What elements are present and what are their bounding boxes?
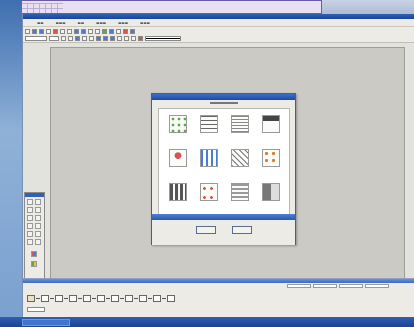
chain-node[interactable] — [55, 294, 63, 302]
text-icon[interactable] — [68, 36, 73, 41]
curve-tool-icon[interactable] — [35, 223, 41, 229]
chain-node[interactable] — [167, 294, 175, 302]
bottom-panel — [23, 278, 414, 317]
template-grid — [158, 108, 290, 218]
bottom-tab-2[interactable] — [313, 283, 337, 288]
copy-icon[interactable] — [60, 28, 65, 34]
toolbar-formatting — [23, 35, 414, 43]
align-left-icon[interactable] — [96, 36, 101, 41]
rect-tool-icon[interactable] — [27, 215, 33, 221]
fill-tool-icon[interactable] — [27, 239, 33, 245]
palette-titlebar[interactable] — [25, 193, 44, 197]
tool-palette — [24, 192, 45, 284]
menu-item-1[interactable]: ▬▬ — [37, 21, 44, 25]
rotate-tool-icon[interactable] — [35, 231, 41, 237]
hand-tool-icon[interactable] — [35, 199, 41, 205]
underline-icon[interactable] — [131, 36, 136, 41]
chain-node-start[interactable] — [27, 294, 35, 302]
menu-item-2[interactable]: ▬▬▬ — [56, 21, 66, 25]
font-select[interactable] — [25, 36, 47, 41]
print-icon[interactable] — [46, 28, 51, 34]
pointer-icon[interactable] — [61, 36, 66, 41]
template-icon-9[interactable] — [169, 183, 187, 201]
ellipse-icon[interactable] — [89, 36, 94, 41]
italic-icon[interactable] — [124, 36, 129, 41]
text-tool-icon[interactable] — [27, 207, 33, 213]
ellipse-tool-icon[interactable] — [35, 215, 41, 221]
template-dialog — [151, 93, 296, 245]
template-icon-4[interactable] — [262, 115, 280, 133]
cut-icon[interactable] — [53, 28, 58, 34]
group-tool-icon[interactable] — [35, 239, 41, 245]
desktop-side-strip — [0, 0, 22, 327]
menu-item-4[interactable]: ▬▬▬ — [96, 21, 106, 25]
template-icon-3[interactable] — [231, 115, 249, 133]
rect-icon[interactable] — [82, 36, 87, 41]
zoom-field[interactable] — [27, 307, 45, 312]
template-icon-2[interactable] — [200, 115, 218, 133]
palette-colors-icon[interactable] — [31, 261, 37, 267]
grid-icon[interactable] — [102, 28, 107, 34]
chain-node[interactable] — [97, 294, 105, 302]
dialog-button-area — [152, 220, 295, 245]
align-right-icon[interactable] — [110, 36, 115, 41]
bottom-tab-4[interactable] — [365, 283, 389, 288]
template-icon-10[interactable] — [200, 183, 218, 201]
menu-item-6[interactable]: ▬▬▬ — [140, 21, 150, 25]
align-center-icon[interactable] — [103, 36, 108, 41]
color-icon[interactable] — [138, 36, 143, 41]
template-icon-8[interactable] — [262, 149, 280, 167]
chain-node[interactable] — [111, 294, 119, 302]
cancel-button[interactable] — [232, 226, 252, 234]
bottom-tab-3[interactable] — [339, 283, 363, 288]
ok-button[interactable] — [196, 226, 216, 234]
bottom-tabs — [287, 283, 414, 288]
select-tool-icon[interactable] — [27, 199, 33, 205]
color-swatch-icon[interactable] — [31, 251, 37, 257]
link-icon[interactable] — [109, 28, 114, 34]
zoom-in-icon[interactable] — [88, 28, 93, 34]
taskbar-app-button[interactable] — [22, 319, 70, 326]
chain-node[interactable] — [125, 294, 133, 302]
new-icon[interactable] — [25, 28, 30, 34]
menu-item-5[interactable]: ▬▬▬ — [118, 21, 128, 25]
template-icon-5[interactable] — [169, 149, 187, 167]
dialog-titlebar[interactable] — [152, 94, 295, 100]
template-icon-6[interactable] — [200, 149, 218, 167]
zoom-tool-icon[interactable] — [27, 231, 33, 237]
dialog-section-label — [208, 101, 240, 106]
open-icon[interactable] — [32, 28, 37, 34]
background-window[interactable] — [0, 0, 322, 14]
chart-icon[interactable] — [123, 28, 128, 34]
line-style-select[interactable] — [145, 36, 181, 41]
menu-bar: ▬▬ ▬▬▬ ▬▬ ▬▬▬ ▬▬▬ ▬▬▬ — [23, 19, 414, 27]
table-icon[interactable] — [116, 28, 121, 34]
undo-icon[interactable] — [74, 28, 79, 34]
bold-icon[interactable] — [117, 36, 122, 41]
connector-tool-icon[interactable] — [27, 223, 33, 229]
template-icon-1[interactable] — [169, 115, 187, 133]
line-icon[interactable] — [75, 36, 80, 41]
menu-item-3[interactable]: ▬▬ — [78, 21, 85, 25]
paste-icon[interactable] — [67, 28, 72, 34]
redo-icon[interactable] — [81, 28, 86, 34]
bottom-tab-1[interactable] — [287, 283, 311, 288]
chain-node[interactable] — [83, 294, 91, 302]
template-icon-12[interactable] — [262, 183, 280, 201]
chain-node[interactable] — [153, 294, 161, 302]
chain-node[interactable] — [41, 294, 49, 302]
help-icon[interactable] — [130, 28, 135, 34]
zoom-out-icon[interactable] — [95, 28, 100, 34]
save-icon[interactable] — [39, 28, 44, 34]
line-tool-icon[interactable] — [35, 207, 41, 213]
size-select[interactable] — [49, 36, 59, 41]
toolbar-standard — [23, 27, 414, 35]
chain-node[interactable] — [139, 294, 147, 302]
template-icon-11[interactable] — [231, 183, 249, 201]
template-icon-7[interactable] — [231, 149, 249, 167]
chain-node[interactable] — [69, 294, 77, 302]
process-chain — [27, 293, 227, 303]
